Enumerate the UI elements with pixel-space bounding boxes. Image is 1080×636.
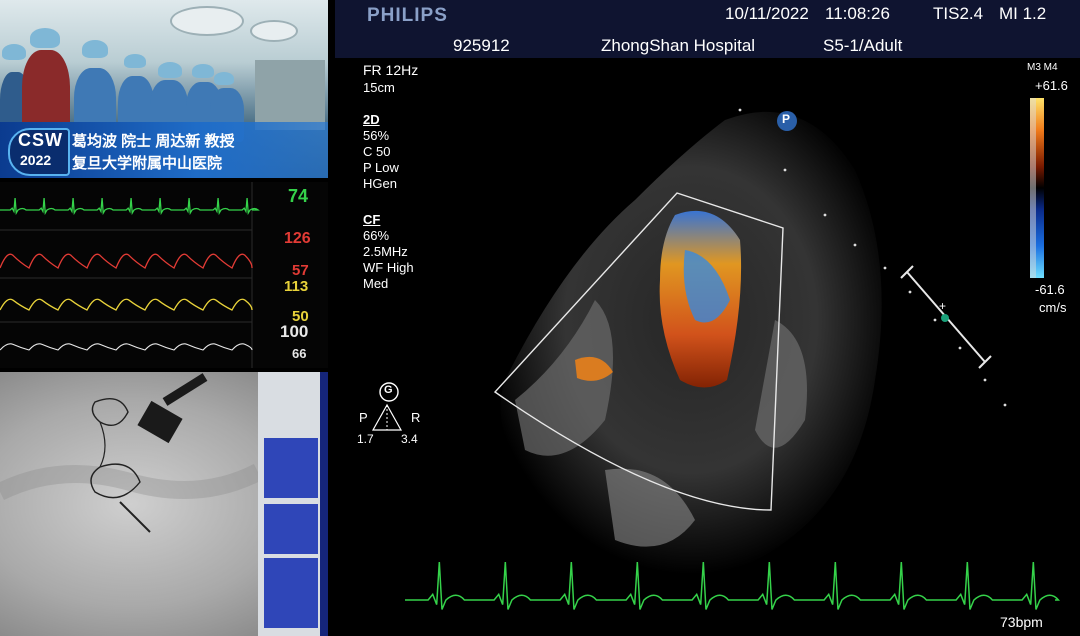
art-waveform	[0, 253, 253, 269]
fluoro-side-tab[interactable]	[320, 372, 328, 636]
person-cap	[2, 44, 26, 60]
spo2-value: 100	[280, 322, 309, 341]
person-cap	[158, 62, 182, 78]
person-cap	[192, 64, 214, 78]
person-cap	[30, 28, 60, 48]
echo-ultrasound-view: PHILIPS 10/11/2022 11:08:26 TIS2.4 MI 1.…	[335, 0, 1080, 636]
colorbar-min: -61.6	[1035, 282, 1065, 297]
caliper-handle[interactable]	[941, 314, 949, 322]
colorbar-mode-label: M3 M4	[1027, 62, 1058, 73]
hr-value: 74	[288, 186, 309, 206]
csw-logo-text: CSW	[18, 130, 63, 150]
surgical-lamp	[170, 6, 244, 36]
person-cap	[214, 72, 234, 85]
transducer-probe	[137, 400, 183, 444]
monitor-waveforms	[0, 182, 260, 368]
spo2-waveform	[0, 343, 253, 351]
csw-logo-year: 2022	[20, 152, 52, 168]
orientation-g-label: G	[384, 384, 393, 396]
orientation-right-value: 3.4	[401, 432, 418, 446]
colorbar-max: +61.6	[1035, 78, 1068, 93]
hospital-name: 复旦大学附属中山医院	[72, 155, 223, 172]
lv-systolic-value: 113	[284, 278, 309, 295]
probe-marker-label: P	[782, 112, 791, 126]
catheter-loop	[91, 398, 129, 426]
lv-waveform	[0, 298, 253, 311]
echo-image: +	[371, 98, 1061, 610]
ecg-waveform	[0, 197, 260, 216]
fluoro-control-block[interactable]	[264, 504, 318, 554]
fluoro-control-block[interactable]	[264, 558, 318, 628]
person-cap	[124, 54, 146, 68]
fluoroscopy-view	[0, 372, 328, 636]
equipment-cart	[255, 60, 325, 130]
heart-rate-readout: 73bpm	[1000, 614, 1043, 630]
patient-monitor: 74 126 57 113 50 100 66	[0, 182, 328, 368]
orientation-p-label: P	[359, 410, 368, 425]
person-cap	[82, 40, 108, 58]
fluoro-control-block[interactable]	[264, 438, 318, 498]
speaker-names: 葛均波 院士 周达新 教授	[72, 133, 235, 150]
resp-value: 66	[292, 346, 307, 361]
fluoroscopy-image	[0, 373, 258, 533]
surgeon-video-feed: CSW 2022 葛均波 院士 周达新 教授 复旦大学附属中山医院	[0, 0, 328, 178]
surgical-lamp	[250, 20, 298, 42]
art-diastolic-value: 57	[292, 262, 309, 279]
orientation-r-label: R	[411, 410, 421, 425]
orientation-left-value: 1.7	[357, 432, 374, 446]
art-systolic-value: 126	[284, 230, 311, 247]
colorbar-unit: cm/s	[1039, 300, 1067, 315]
svg-text:+: +	[939, 299, 946, 313]
